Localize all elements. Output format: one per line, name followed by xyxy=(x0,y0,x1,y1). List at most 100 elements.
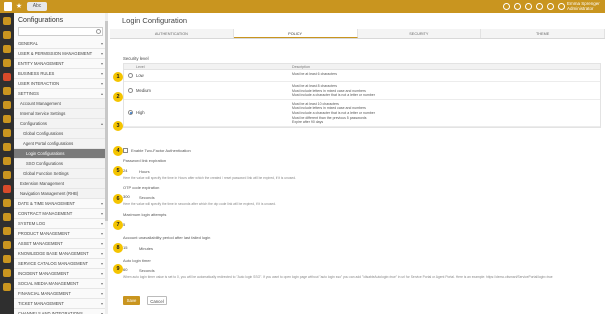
chevron-icon: ▴ xyxy=(100,121,103,126)
nav-item[interactable]: ENTITY MANAGEMENT ▾ xyxy=(14,59,107,69)
nav-item[interactable]: CONTRACT MANAGEMENT ▾ xyxy=(14,209,107,219)
nav-item[interactable]: FINANCIAL MANAGEMENT ▾ xyxy=(14,289,107,299)
nav-item[interactable]: ASSET MANAGEMENT ▾ xyxy=(14,239,107,249)
nav-item[interactable]: Login Configurations xyxy=(14,149,107,159)
tfa-checkbox[interactable] xyxy=(123,148,128,153)
nav-item[interactable]: Configurations ▴ xyxy=(14,119,107,129)
cog-icon[interactable] xyxy=(3,171,11,179)
level-description: Must be at least 6 characters xyxy=(292,72,337,77)
nav-item-label: SERVICE CATALOG MANAGEMENT xyxy=(18,261,89,266)
nav-item[interactable]: DATE & TIME MANAGEMENT ▾ xyxy=(14,199,107,209)
search-icon[interactable] xyxy=(503,3,510,10)
nav-scroll-thumb[interactable] xyxy=(105,21,108,221)
settings-icon[interactable] xyxy=(3,283,11,291)
book-icon[interactable] xyxy=(3,115,11,123)
nav-item[interactable]: SSO Configurations xyxy=(14,159,107,169)
nav-item[interactable]: KNOWLEDGE BASE MANAGEMENT ▾ xyxy=(14,249,107,259)
report-icon[interactable] xyxy=(3,227,11,235)
mail-icon[interactable] xyxy=(3,241,11,249)
nav-item[interactable]: SYSTEM LOG ▾ xyxy=(14,219,107,229)
level-radio[interactable] xyxy=(128,73,133,78)
level-row[interactable]: High Must be at least 10 characters Must i… xyxy=(124,100,600,127)
reset-link-input[interactable]: 24 xyxy=(123,168,127,174)
user-menu[interactable]: Emma Sprenger Administrator xyxy=(567,1,601,11)
star-icon[interactable]: ★ xyxy=(15,2,23,11)
nav-item[interactable]: Navigation Management (RHB) xyxy=(14,189,107,199)
people-icon[interactable] xyxy=(3,199,11,207)
nav-item[interactable]: CHANNELS AND INTEGRATIONS ▾ xyxy=(14,309,107,314)
nav-item[interactable]: BUSINESS RULES ▾ xyxy=(14,69,107,79)
tab-theme[interactable]: THEME xyxy=(481,29,605,38)
cart-icon[interactable] xyxy=(3,129,11,137)
page-title: Login Configuration xyxy=(122,16,188,25)
help-icon[interactable] xyxy=(558,3,565,10)
nav-item-label: CONTRACT MANAGEMENT xyxy=(18,211,73,216)
ticket-icon[interactable] xyxy=(3,31,11,39)
tag-icon[interactable] xyxy=(3,269,11,277)
list-icon[interactable] xyxy=(3,101,11,109)
grid-icon[interactable] xyxy=(514,3,521,10)
nav-item-label: PRODUCT MANAGEMENT xyxy=(18,231,70,236)
nav-item[interactable]: SETTINGS ▴ xyxy=(14,89,107,99)
auto-login-input[interactable]: 60 xyxy=(123,267,127,273)
phone-icon[interactable] xyxy=(3,143,11,151)
cancel-button[interactable]: Cancel xyxy=(147,296,167,305)
open-tab[interactable]: Abc xyxy=(27,2,47,11)
level-row[interactable]: Medium Must be at least 8 characters Must … xyxy=(124,82,600,100)
config-nav: Configurations GENERAL ▾ USER & PERMISSION… xyxy=(14,13,108,314)
max-attempts-input[interactable]: 5 xyxy=(123,222,125,228)
tab-authentication[interactable]: AUTHENTICATION xyxy=(110,29,234,38)
otp-label: OTP code expiration xyxy=(123,185,160,190)
nav-scrollbar[interactable] xyxy=(105,13,108,314)
nav-item[interactable]: PRODUCT MANAGEMENT ▾ xyxy=(14,229,107,239)
nav-item[interactable]: Agent Portal configurations xyxy=(14,139,107,149)
nav-item[interactable]: Internal Service Settings xyxy=(14,109,107,119)
nav-item-label: FINANCIAL MANAGEMENT xyxy=(18,291,71,296)
level-description: Must be at least 10 characters Must inclu… xyxy=(292,102,375,125)
chevron-icon: ▾ xyxy=(100,41,103,46)
save-button[interactable]: Save xyxy=(123,296,140,305)
clipboard-icon[interactable] xyxy=(3,157,11,165)
lockout-unit: Minutes xyxy=(139,246,154,251)
dashboard-icon[interactable] xyxy=(3,17,11,25)
nav-search-input[interactable] xyxy=(18,27,103,36)
level-radio[interactable] xyxy=(128,87,133,93)
nav-item[interactable]: Account Management xyxy=(14,99,107,109)
nav-item[interactable]: INCIDENT MANAGEMENT ▾ xyxy=(14,269,107,279)
calendar-icon[interactable] xyxy=(3,87,11,95)
otp-unit: Seconds xyxy=(139,195,155,200)
lock-icon[interactable] xyxy=(3,255,11,263)
chart-icon[interactable] xyxy=(3,73,11,81)
lockout-input[interactable]: 15 xyxy=(123,245,127,251)
icon-rail xyxy=(0,13,14,314)
tab-policy[interactable]: POLICY xyxy=(233,29,358,38)
chevron-icon: ▾ xyxy=(100,51,103,56)
headset-icon[interactable] xyxy=(536,3,543,10)
otp-input[interactable]: 300 xyxy=(123,194,130,200)
nav-item[interactable]: SERVICE CATALOG MANAGEMENT ▾ xyxy=(14,259,107,269)
level-radio[interactable] xyxy=(128,110,133,116)
nav-item-label: Extension Management xyxy=(20,181,64,186)
nav-item-label: Navigation Management (RHB) xyxy=(20,191,79,196)
server-icon[interactable] xyxy=(3,213,11,221)
level-row[interactable]: Low Must be at least 6 characters xyxy=(124,70,600,82)
chevron-icon: ▾ xyxy=(100,61,103,66)
nav-item[interactable]: GENERAL ▾ xyxy=(14,39,107,49)
chat-icon[interactable] xyxy=(525,3,532,10)
folder-icon[interactable] xyxy=(3,59,11,67)
tab-security[interactable]: SECURITY xyxy=(358,29,482,38)
nav-item[interactable]: USER INTERACTION ▾ xyxy=(14,79,107,89)
bell-icon[interactable] xyxy=(547,3,554,10)
description-line: Must include a character that is not a l… xyxy=(292,110,375,115)
nav-item[interactable]: Global Configurations xyxy=(14,129,107,139)
nav-item[interactable]: Global Function Settings xyxy=(14,169,107,179)
home-icon[interactable] xyxy=(4,2,12,11)
chevron-icon: ▾ xyxy=(100,241,103,246)
nav-item[interactable]: Extension Management xyxy=(14,179,107,189)
user-icon[interactable] xyxy=(3,45,11,53)
alert-icon[interactable] xyxy=(3,185,11,193)
nav-item[interactable]: USER & PERMISSION MANAGEMENT ▾ xyxy=(14,49,107,59)
level-description: Must be at least 8 characters Must includ… xyxy=(292,84,375,98)
nav-item[interactable]: SOCIAL MEDIA MANAGEMENT ▾ xyxy=(14,279,107,289)
nav-item[interactable]: TICKET MANAGEMENT ▾ xyxy=(14,299,107,309)
